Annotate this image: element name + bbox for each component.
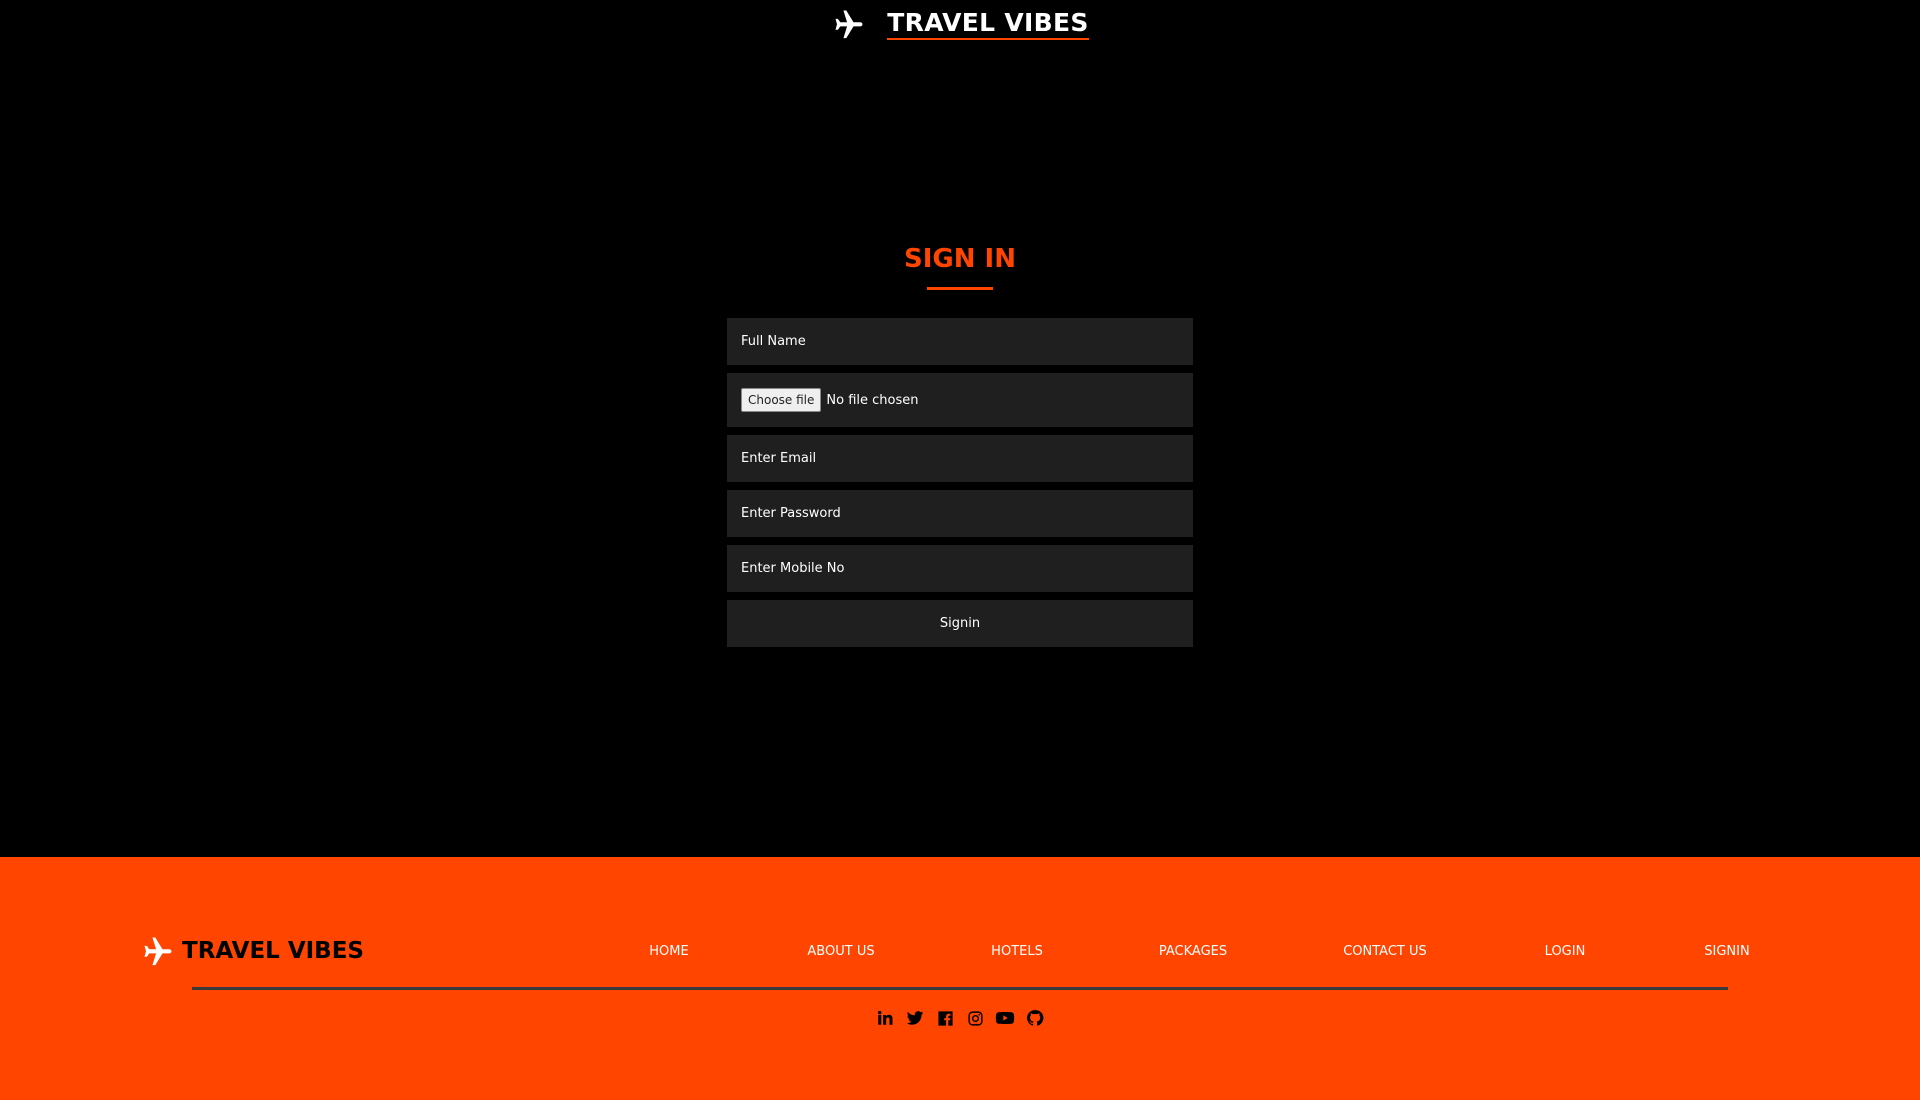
- page: TRAVEL VIBES SIGN IN Choose file No file…: [0, 0, 1920, 1100]
- instagram-icon[interactable]: [965, 1008, 985, 1028]
- password-input[interactable]: [727, 490, 1193, 537]
- footer-divider: [192, 987, 1728, 990]
- footer-nav-signin[interactable]: SIGNIN: [1704, 944, 1749, 959]
- facebook-icon[interactable]: [935, 1008, 955, 1028]
- youtube-icon[interactable]: [995, 1008, 1015, 1028]
- footer-nav-login[interactable]: LOGIN: [1545, 944, 1586, 959]
- header-brand[interactable]: TRAVEL VIBES: [831, 6, 1089, 42]
- page-title-wrap: SIGN IN: [0, 244, 1920, 290]
- full-name-input[interactable]: [727, 318, 1193, 365]
- mobile-input[interactable]: [727, 545, 1193, 592]
- main-section: TRAVEL VIBES SIGN IN Choose file No file…: [0, 0, 1920, 857]
- footer-nav: HOME ABOUT US HOTELS PACKAGES CONTACT US…: [0, 944, 1920, 964]
- footer-nav-contact-us[interactable]: CONTACT US: [1343, 944, 1427, 959]
- signin-submit-button[interactable]: Signin: [727, 600, 1193, 647]
- footer-nav-packages[interactable]: PACKAGES: [1159, 944, 1227, 959]
- page-title: SIGN IN: [904, 244, 1016, 274]
- github-icon[interactable]: [1025, 1008, 1045, 1028]
- choose-file-button[interactable]: Choose file: [741, 388, 822, 412]
- file-status-text: No file chosen: [826, 392, 919, 408]
- signin-form: Choose file No file chosen Signin: [727, 318, 1193, 647]
- title-underline: [927, 287, 993, 290]
- header: TRAVEL VIBES: [0, 0, 1920, 60]
- social-links: [0, 1008, 1920, 1028]
- twitter-icon[interactable]: [905, 1008, 925, 1028]
- airplane-icon: [831, 6, 867, 42]
- footer-nav-about-us[interactable]: ABOUT US: [807, 944, 874, 959]
- footer-nav-home[interactable]: HOME: [649, 944, 688, 959]
- file-upload-field: Choose file No file chosen: [727, 373, 1193, 427]
- footer-nav-hotels[interactable]: HOTELS: [991, 944, 1043, 959]
- header-brand-name: TRAVEL VIBES: [887, 8, 1089, 40]
- linkedin-icon[interactable]: [875, 1008, 895, 1028]
- footer: TRAVEL VIBES HOME ABOUT US HOTELS PACKAG…: [0, 857, 1920, 1100]
- email-input[interactable]: [727, 435, 1193, 482]
